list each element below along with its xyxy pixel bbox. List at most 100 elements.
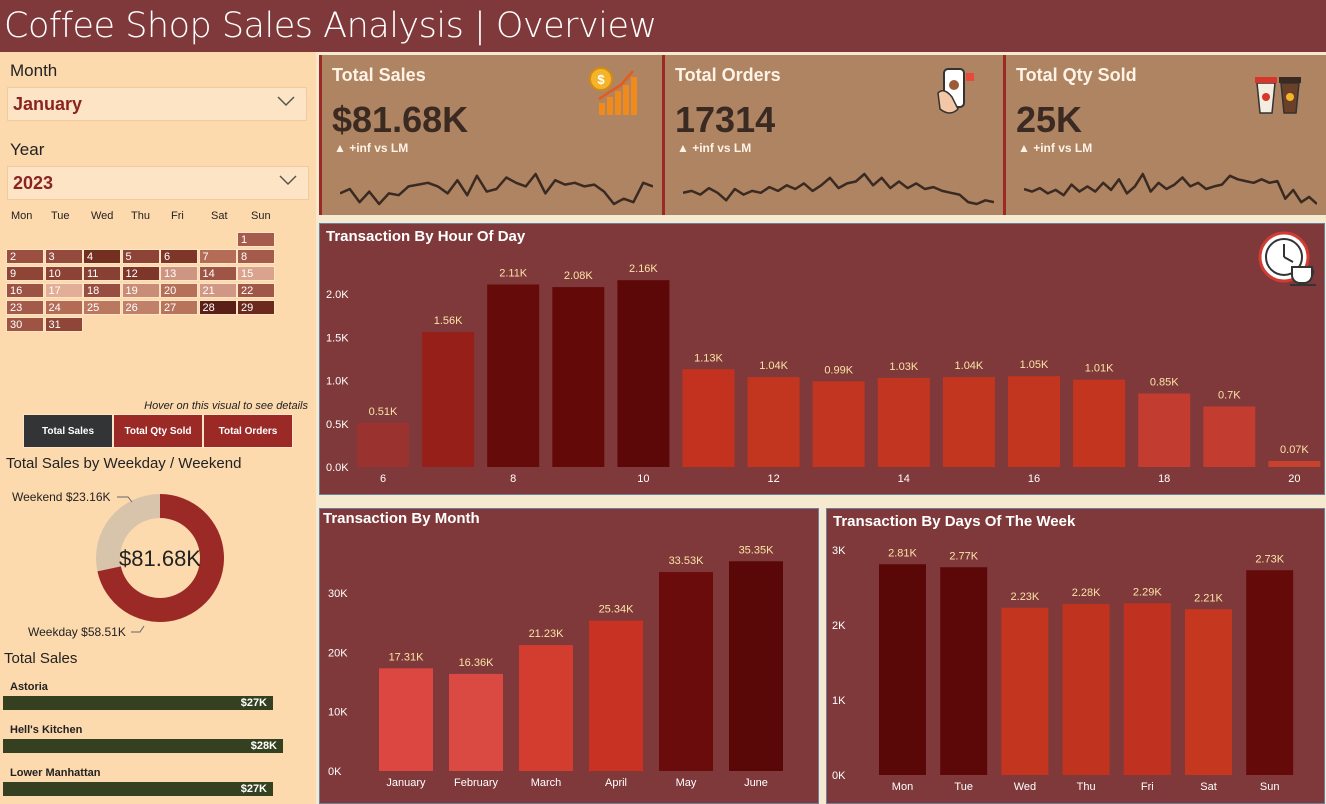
bar[interactable]: [1268, 460, 1321, 467]
bar[interactable]: [1246, 570, 1294, 775]
calendar-day[interactable]: 12: [121, 266, 160, 281]
bar[interactable]: [1203, 406, 1256, 467]
calendar-day[interactable]: 3: [44, 249, 83, 264]
calendar-day[interactable]: 6: [160, 249, 198, 264]
bar[interactable]: [1001, 607, 1049, 775]
calendar-day[interactable]: 21: [198, 283, 237, 298]
kpi-title: Total Qty Sold: [1016, 65, 1137, 85]
calendar-day[interactable]: 14: [198, 266, 237, 281]
weekday-chart-panel: Transaction By Days Of The Week 0K 1K 2K 3K…: [826, 508, 1325, 804]
calendar-day[interactable]: 4: [83, 249, 121, 264]
bar[interactable]: [940, 567, 988, 775]
month-chart-panel: Transaction By Month 0K 10K 20K 30K 17.31K Ja…: [319, 508, 819, 804]
calendar-day[interactable]: 20: [160, 283, 198, 298]
bar[interactable]: [812, 381, 865, 467]
calendar-day[interactable]: 31: [44, 317, 83, 332]
toggle-total-sales[interactable]: Total Sales: [23, 414, 113, 448]
kpi-title: Total Orders: [675, 65, 781, 85]
calendar-day[interactable]: 11: [83, 266, 121, 281]
kpi-value: 25K: [1016, 99, 1083, 140]
toggle-total-orders[interactable]: Total Orders: [203, 414, 293, 448]
calendar-day[interactable]: 15: [237, 266, 275, 281]
calendar-day[interactable]: 19: [121, 283, 160, 298]
bar[interactable]: [449, 673, 503, 771]
calendar-day[interactable]: 24: [44, 300, 83, 315]
bar-value-label: 2.81K: [888, 547, 917, 559]
store-sales-bar[interactable]: $27K: [3, 782, 273, 796]
bar[interactable]: [879, 564, 926, 775]
calendar-day[interactable]: 9: [6, 266, 44, 281]
x-tick-label: 16: [1028, 473, 1040, 485]
calendar-day[interactable]: 13: [160, 266, 198, 281]
chevron-down-icon: [279, 175, 297, 186]
bar[interactable]: [1138, 393, 1191, 467]
bar-value-label: 1.04K: [759, 360, 788, 372]
bar[interactable]: [682, 369, 735, 467]
store-sales-bar[interactable]: $28K: [3, 739, 283, 753]
year-filter-label: Year: [10, 140, 45, 159]
x-tick-label: Sun: [1260, 781, 1280, 793]
bar[interactable]: [1062, 604, 1110, 775]
store-name: Hell's Kitchen: [10, 724, 83, 736]
calendar-day[interactable]: 16: [6, 283, 44, 298]
bar-value-label: 2.23K: [1011, 591, 1040, 603]
kpi-title: Total Sales: [332, 65, 426, 85]
bar[interactable]: [487, 284, 540, 467]
bar-value-label: 2.16K: [629, 263, 658, 275]
bar[interactable]: [877, 377, 930, 467]
month-dropdown[interactable]: January: [7, 87, 307, 121]
bar[interactable]: [617, 280, 670, 467]
hour-bar-chart[interactable]: 0.0K 0.5K 1.0K 1.5K 2.0K 0.51K 1.56K 2.11K 2.08K…: [320, 224, 1324, 494]
x-tick-label: 18: [1158, 473, 1170, 485]
calendar-day[interactable]: 22: [237, 283, 275, 298]
bar-value-label: 1.03K: [889, 361, 918, 373]
calendar-day[interactable]: 1: [237, 232, 275, 247]
calendar-day[interactable]: 30: [6, 317, 44, 332]
bar[interactable]: [422, 332, 475, 467]
toggle-total-qty-sold[interactable]: Total Qty Sold: [113, 414, 203, 448]
x-tick-label: Wed: [1014, 781, 1036, 793]
x-tick-label: May: [676, 777, 697, 789]
bar[interactable]: [519, 645, 573, 771]
bar-value-label: 1.13K: [694, 352, 723, 364]
kpi-delta: ▲ +inf vs LM: [677, 141, 752, 155]
year-dropdown[interactable]: 2023: [7, 166, 309, 200]
bar[interactable]: [552, 287, 605, 467]
calendar-day[interactable]: 18: [83, 283, 121, 298]
header-bar: Coffee Shop Sales Analysis | Overview: [0, 0, 1326, 52]
calendar-day[interactable]: 28: [198, 300, 237, 315]
bar[interactable]: [659, 572, 713, 771]
calendar-day[interactable]: 26: [121, 300, 160, 315]
y-tick-label: 1.5K: [326, 332, 349, 344]
bar-value-label: 1.56K: [434, 315, 463, 327]
calendar-day[interactable]: 17: [44, 283, 83, 298]
calendar-day[interactable]: 29: [237, 300, 275, 315]
y-tick-label: 0K: [328, 766, 342, 778]
bar[interactable]: [729, 561, 783, 771]
bar[interactable]: [379, 668, 433, 771]
bar[interactable]: [942, 377, 995, 467]
bar[interactable]: [1185, 609, 1232, 775]
calendar-day[interactable]: 25: [83, 300, 121, 315]
calendar-day[interactable]: 5: [121, 249, 160, 264]
calendar-day[interactable]: 8: [237, 249, 275, 264]
calendar-day[interactable]: 2: [6, 249, 44, 264]
bar[interactable]: [589, 620, 643, 771]
store-sales-bar[interactable]: $27K: [3, 696, 273, 710]
calendar-day[interactable]: 27: [160, 300, 198, 315]
calendar-day[interactable]: 10: [44, 266, 83, 281]
bar[interactable]: [1073, 379, 1126, 467]
bar[interactable]: [1008, 376, 1060, 467]
bar[interactable]: [1123, 603, 1171, 775]
month-bar-chart[interactable]: 0K 10K 20K 30K 17.31K January 16.36K February 21…: [320, 509, 818, 803]
mobile-order-icon: [937, 68, 974, 114]
bar[interactable]: [357, 422, 409, 467]
calendar-day[interactable]: 23: [6, 300, 44, 315]
y-tick-label: 1K: [832, 695, 846, 707]
calendar-day[interactable]: 7: [198, 249, 237, 264]
x-tick-label: Tue: [954, 781, 973, 793]
bar-value-label: 33.53K: [669, 555, 705, 567]
weekday-weekend-donut[interactable]: $81.68K Weekend $23.16K Weekday $58.51K: [0, 478, 316, 643]
bar[interactable]: [747, 377, 800, 467]
weekday-bar-chart[interactable]: 0K 1K 2K 3K 2.81K Mon 2.77K Tue 2.23K Wed 2.28K Thu…: [827, 509, 1324, 803]
